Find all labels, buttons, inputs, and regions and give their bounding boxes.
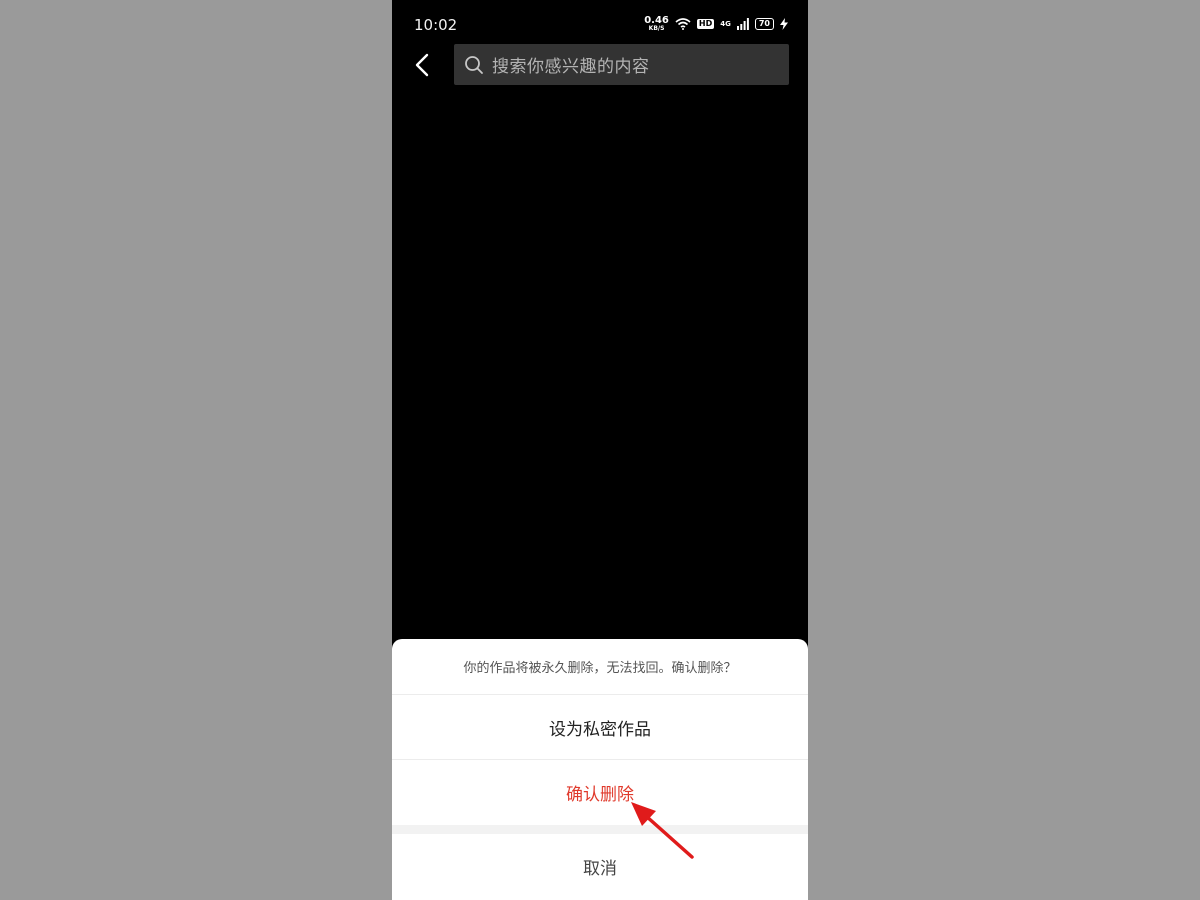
hd-badge: HD: [696, 19, 715, 29]
battery-indicator: 70: [754, 18, 774, 30]
signal-icon: [736, 18, 749, 30]
set-private-button[interactable]: 设为私密作品: [392, 695, 808, 760]
confirm-delete-button[interactable]: 确认删除: [392, 760, 808, 825]
wifi-icon: [675, 18, 691, 30]
status-bar: 10:02 0.46 KB/S HD 4G 70: [392, 0, 808, 50]
sheet-divider: [392, 825, 808, 834]
charging-icon: [780, 18, 788, 30]
back-button[interactable]: [408, 50, 436, 80]
network-type-label: 4G: [720, 19, 731, 28]
network-speed: 0.46 KB/S: [644, 16, 669, 32]
action-sheet: 你的作品将被永久删除，无法找回。确认删除？ 设为私密作品 确认删除 取消: [392, 639, 808, 900]
search-icon: [465, 55, 483, 74]
search-input[interactable]: 搜索你感兴趣的内容: [454, 44, 789, 85]
network-speed-unit: KB/S: [648, 25, 665, 32]
chevron-left-icon: [415, 53, 429, 77]
search-placeholder: 搜索你感兴趣的内容: [492, 57, 650, 77]
status-icons: 0.46 KB/S HD 4G 70: [644, 16, 788, 32]
delete-warning-message: 你的作品将被永久删除，无法找回。确认删除？: [392, 639, 808, 695]
phone-screen: 10:02 0.46 KB/S HD 4G 70 搜索你感兴趣的内容 你的作品将…: [392, 0, 808, 900]
cancel-button[interactable]: 取消: [392, 834, 808, 899]
status-time: 10:02: [414, 16, 458, 34]
search-nav-bar: 搜索你感兴趣的内容: [392, 44, 808, 86]
